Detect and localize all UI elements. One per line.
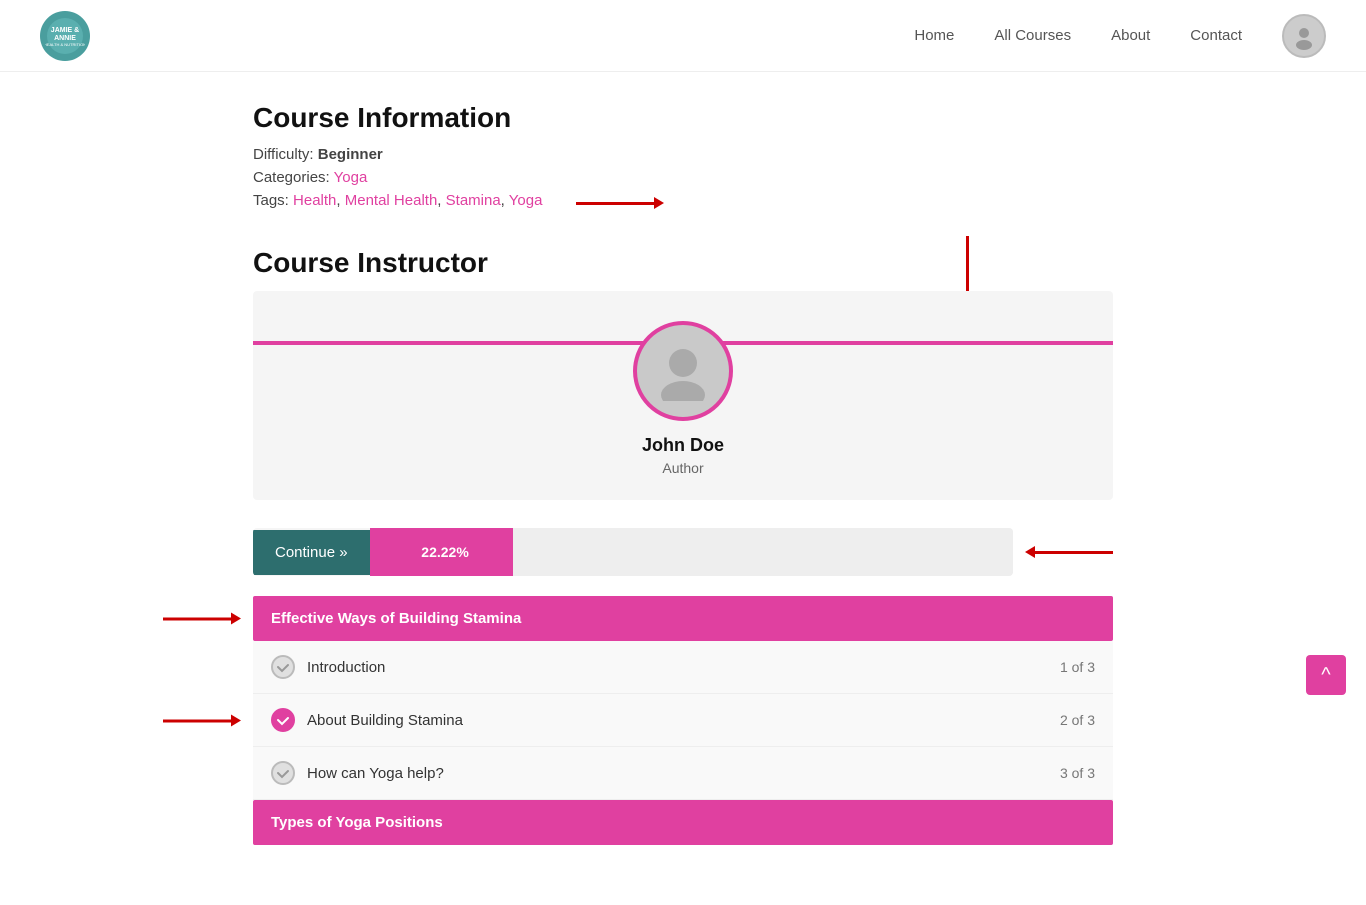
tag-mental-health[interactable]: Mental Health (345, 192, 438, 209)
user-avatar-icon[interactable] (1282, 14, 1326, 58)
progress-arrow-annotation (1033, 551, 1113, 554)
category-yoga[interactable]: Yoga (334, 169, 368, 186)
section-yoga-title: Types of Yoga Positions (271, 814, 443, 831)
lesson-arrow-annotation (163, 719, 233, 722)
instructor-avatar (633, 321, 733, 421)
svg-text:ANNIE: ANNIE (54, 35, 76, 42)
section-yoga-header: Types of Yoga Positions (253, 800, 1113, 845)
difficulty-row: Difficulty: Beginner (253, 146, 1113, 163)
tags-row: Tags: Health, Mental Health, Stamina, Yo… (253, 192, 1113, 215)
nav-contact[interactable]: Contact (1190, 27, 1242, 44)
section-stamina-wrapper: Effective Ways of Building Stamina (253, 596, 1113, 641)
lesson-row-about-wrapper: About Building Stamina 2 of 3 (253, 694, 1113, 747)
nav-home[interactable]: Home (914, 27, 954, 44)
svg-text:JAMIE &: JAMIE & (51, 27, 79, 34)
instructor-name: John Doe (642, 435, 724, 456)
check-circle-yoga (271, 761, 295, 785)
tag-stamina[interactable]: Stamina (446, 192, 501, 209)
difficulty-label: Difficulty: (253, 146, 314, 163)
section-header-arrow-annotation (163, 617, 233, 620)
lesson-row-yoga[interactable]: How can Yoga help? 3 of 3 (253, 747, 1113, 800)
lesson-name-introduction: Introduction (307, 659, 385, 676)
course-information-section: Course Information Difficulty: Beginner … (253, 102, 1113, 215)
logo[interactable]: JAMIE & ANNIE HEALTH & NUTRITION (40, 11, 90, 61)
progress-percentage: 22.22% (413, 544, 468, 560)
lesson-row-about[interactable]: About Building Stamina 2 of 3 (253, 694, 1113, 747)
progress-section: Continue » 22.22% (253, 528, 1113, 576)
tags-arrow-annotation (558, 202, 656, 205)
lesson-name-about: About Building Stamina (307, 712, 463, 729)
categories-label: Categories: (253, 169, 330, 186)
difficulty-value: Beginner (318, 146, 383, 163)
section-stamina-title: Effective Ways of Building Stamina (271, 610, 521, 627)
progress-bar-wrapper: 22.22% (370, 528, 1013, 576)
back-to-top-button[interactable]: ^ (1306, 655, 1346, 695)
progress-fill: 22.22% (370, 528, 513, 576)
lesson-count-yoga: 3 of 3 (1060, 765, 1095, 781)
course-info-title: Course Information (253, 102, 1113, 134)
lesson-count-introduction: 1 of 3 (1060, 659, 1095, 675)
lesson-left-yoga: How can Yoga help? (271, 761, 444, 785)
section-stamina-header: Effective Ways of Building Stamina (253, 596, 1113, 641)
arrow-right-icon (576, 202, 656, 205)
arr-line (163, 617, 233, 620)
tag-yoga[interactable]: Yoga (509, 192, 543, 209)
lesson-left-introduction: Introduction (271, 655, 385, 679)
lessons-list: Introduction 1 of 3 About Building Stami… (253, 641, 1113, 800)
lesson-row-introduction[interactable]: Introduction 1 of 3 (253, 641, 1113, 694)
instructor-card: John Doe Author (253, 291, 1113, 500)
categories-row: Categories: Yoga (253, 169, 1113, 186)
nav-all-courses[interactable]: All Courses (994, 27, 1071, 44)
lesson-name-yoga: How can Yoga help? (307, 765, 444, 782)
arrow-left-icon (1033, 551, 1113, 554)
tag-health[interactable]: Health (293, 192, 336, 209)
instructor-role: Author (662, 460, 703, 476)
arrow-down-line (966, 236, 969, 296)
lesson-count-about: 2 of 3 (1060, 712, 1095, 728)
continue-button[interactable]: Continue » (253, 530, 370, 575)
instructor-section-title: Course Instructor (253, 247, 1113, 279)
check-circle-introduction (271, 655, 295, 679)
arr-line-2 (163, 719, 233, 722)
instructor-card-wrapper: John Doe Author (253, 291, 1113, 500)
main-nav: Home All Courses About Contact (914, 14, 1326, 58)
tags-label: Tags: (253, 192, 289, 209)
nav-about[interactable]: About (1111, 27, 1150, 44)
svg-text:HEALTH & NUTRITION: HEALTH & NUTRITION (45, 42, 85, 47)
check-circle-about (271, 708, 295, 732)
logo-circle: JAMIE & ANNIE HEALTH & NUTRITION (40, 11, 90, 61)
instructor-card-container: John Doe Author (253, 291, 1113, 500)
course-instructor-section: Course Instructor John Doe Auth (253, 247, 1113, 500)
progress-bar-container: Continue » 22.22% (253, 528, 1013, 576)
lesson-left-about: About Building Stamina (271, 708, 463, 732)
